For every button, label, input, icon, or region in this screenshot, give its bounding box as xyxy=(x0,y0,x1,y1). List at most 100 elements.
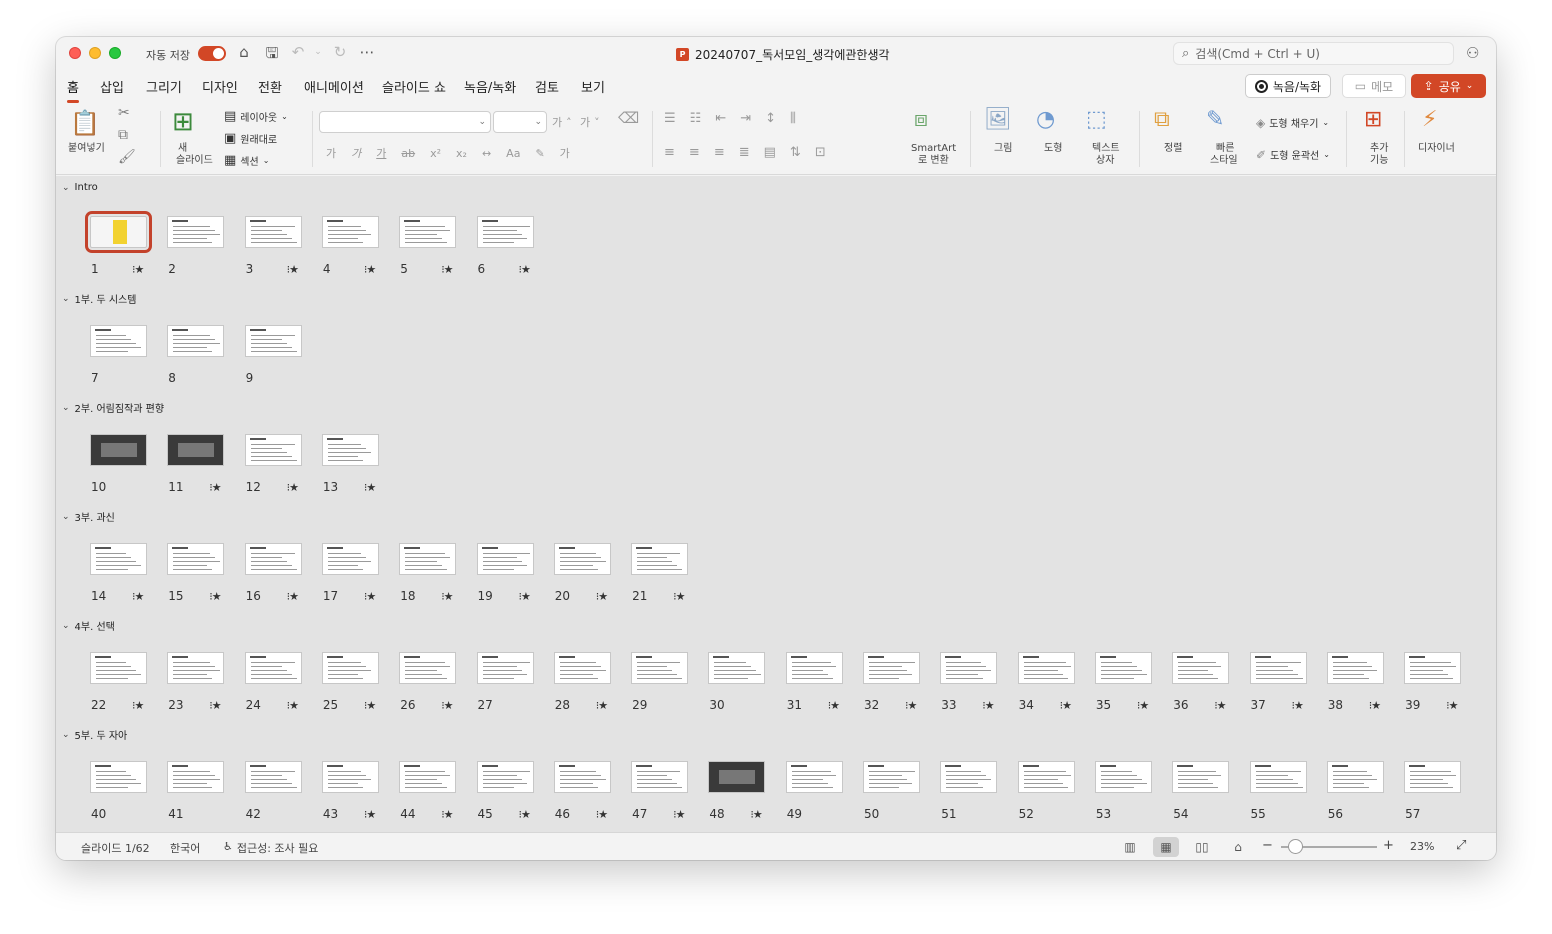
slide-thumbnail[interactable] xyxy=(167,652,225,684)
slide-thumbnail[interactable] xyxy=(244,761,302,793)
slide-thumbnail[interactable] xyxy=(321,761,379,793)
slide-thumbnail[interactable] xyxy=(863,652,920,684)
slide-thumbnail[interactable] xyxy=(399,216,457,248)
slide-thumbnail[interactable] xyxy=(167,543,225,575)
shape-outline-button[interactable]: ✐ 도형 윤곽선 ⌄ xyxy=(1256,147,1330,163)
slide-thumbnail[interactable] xyxy=(708,652,766,684)
section-header[interactable]: ⌄ 2부. 어림짐작과 편향 xyxy=(62,400,164,416)
slide-thumbnail[interactable] xyxy=(90,652,147,684)
slide-thumbnail[interactable] xyxy=(167,434,225,466)
numbering-icon[interactable]: ☷ xyxy=(690,111,702,126)
slide-thumbnail[interactable] xyxy=(167,761,225,793)
character-spacing-icon[interactable]: ↔ xyxy=(482,147,491,160)
section-button[interactable]: ▦ 섹션 ⌄ xyxy=(224,153,269,168)
quick-styles-icon[interactable]: ✎ xyxy=(1206,107,1224,132)
slide-thumbnail[interactable] xyxy=(399,652,457,684)
distributed-icon[interactable]: ▤ xyxy=(764,145,776,160)
chevron-down-icon[interactable]: ⌄ xyxy=(62,512,70,522)
slide-thumbnail[interactable] xyxy=(244,543,302,575)
slide-thumbnail[interactable] xyxy=(631,761,689,793)
align-left-icon[interactable]: ≡ xyxy=(664,145,675,160)
slide-thumbnail[interactable] xyxy=(244,652,302,684)
cut-icon[interactable]: ✂ xyxy=(118,105,130,121)
slide-thumbnail[interactable] xyxy=(90,761,147,793)
slide-thumbnail[interactable] xyxy=(553,543,611,575)
comments-button[interactable]: ▭ 메모 xyxy=(1342,74,1406,98)
slide-thumbnail[interactable] xyxy=(1094,761,1152,793)
strikethrough-icon[interactable]: ab xyxy=(401,147,415,160)
redo-icon[interactable]: ↻ xyxy=(330,43,350,61)
chevron-down-icon[interactable]: ⌄ xyxy=(62,621,70,631)
tab-record[interactable]: 녹음/녹화 xyxy=(464,77,516,96)
slide-thumbnail[interactable] xyxy=(399,761,457,793)
fit-to-window-icon[interactable]: ⤢ xyxy=(1456,838,1466,853)
slideshow-view-button[interactable]: ⌂ xyxy=(1225,837,1251,857)
slide-thumbnail[interactable] xyxy=(1326,652,1384,684)
normal-view-button[interactable]: ▥ xyxy=(1117,837,1143,857)
designer-icon[interactable]: ⚡ xyxy=(1422,107,1437,132)
slide-thumbnail[interactable] xyxy=(321,434,379,466)
tab-slideshow[interactable]: 슬라이드 쇼 xyxy=(382,77,446,96)
slide-thumbnail[interactable] xyxy=(1404,761,1462,793)
slide-thumbnail[interactable] xyxy=(244,434,302,466)
chevron-down-icon[interactable]: ⌄ xyxy=(62,403,70,413)
underline-icon[interactable]: 가 xyxy=(376,145,386,161)
change-case-icon[interactable]: Aa xyxy=(506,147,520,160)
paste-icon[interactable]: 📋 xyxy=(70,109,100,137)
subscript-icon[interactable]: x₂ xyxy=(456,147,467,160)
slide-thumbnail[interactable] xyxy=(476,761,534,793)
autosave-toggle[interactable] xyxy=(198,46,226,61)
slide-thumbnail[interactable] xyxy=(1326,761,1384,793)
language-indicator[interactable]: 한국어 xyxy=(170,840,200,856)
slide-thumbnail[interactable] xyxy=(940,761,998,793)
tab-view[interactable]: 보기 xyxy=(581,77,605,96)
bullets-icon[interactable]: ☰ xyxy=(664,111,676,126)
section-header[interactable]: ⌄ 3부. 과신 xyxy=(62,509,115,525)
copy-icon[interactable]: ⧉ xyxy=(118,127,128,143)
slide-thumbnail[interactable] xyxy=(553,761,611,793)
slide-thumbnail[interactable] xyxy=(1017,652,1075,684)
slide-thumbnail[interactable] xyxy=(785,761,843,793)
minimize-window-button[interactable] xyxy=(89,47,101,59)
slide-thumbnail[interactable] xyxy=(321,652,379,684)
slide-thumbnail[interactable] xyxy=(1172,761,1230,793)
highlight-icon[interactable]: ✎ xyxy=(535,147,544,160)
picture-icon[interactable]: 🖼 xyxy=(984,107,1012,132)
line-spacing-icon[interactable]: ↕ xyxy=(765,111,776,126)
tab-review[interactable]: 검토 xyxy=(535,77,559,96)
shape-fill-button[interactable]: ◈ 도형 채우기 ⌄ xyxy=(1256,115,1329,131)
add-ins-icon[interactable]: ⊞ xyxy=(1364,107,1382,132)
slide-thumbnail[interactable] xyxy=(863,761,920,793)
bold-icon[interactable]: 가 xyxy=(326,145,336,161)
slide-thumbnail[interactable] xyxy=(553,652,611,684)
arrange-icon[interactable]: ⧉ xyxy=(1154,107,1170,132)
slide-thumbnail[interactable] xyxy=(90,434,147,466)
zoom-out-button[interactable]: − xyxy=(1262,838,1273,853)
superscript-icon[interactable]: x² xyxy=(430,147,441,160)
slide-thumbnail[interactable] xyxy=(244,216,302,248)
align-text-icon[interactable]: ⊡ xyxy=(815,145,826,160)
decrease-font-icon[interactable]: 가 ˅ xyxy=(580,114,600,130)
zoom-slider-handle[interactable] xyxy=(1288,839,1304,854)
share-people-icon[interactable]: ⚇ xyxy=(1466,44,1479,62)
record-button[interactable]: 녹음/녹화 xyxy=(1245,74,1331,98)
shapes-icon[interactable]: ◔ xyxy=(1036,107,1055,132)
align-right-icon[interactable]: ≡ xyxy=(714,145,725,160)
slide-thumbnail[interactable] xyxy=(631,652,689,684)
slide-thumbnail[interactable] xyxy=(1249,652,1307,684)
section-header[interactable]: ⌄ 4부. 선택 xyxy=(62,618,115,634)
chevron-down-icon[interactable]: ⌄ xyxy=(62,183,70,193)
tab-animations[interactable]: 애니메이션 xyxy=(304,77,364,96)
tab-design[interactable]: 디자인 xyxy=(202,77,238,96)
slide-thumbnail[interactable] xyxy=(167,216,225,248)
slide-thumbnail[interactable] xyxy=(785,652,843,684)
section-header[interactable]: ⌄ 5부. 두 자아 xyxy=(62,727,127,743)
clear-formatting-icon[interactable]: ⌫ xyxy=(618,109,639,127)
layout-button[interactable]: ▤ 레이아웃 ⌄ xyxy=(224,109,288,124)
reading-view-button[interactable]: ▯▯ xyxy=(1189,837,1215,857)
search-input[interactable]: ⌕ 검색(Cmd + Ctrl + U) xyxy=(1173,42,1454,65)
tab-home[interactable]: 홈 xyxy=(67,77,79,103)
decrease-indent-icon[interactable]: ⇤ xyxy=(715,111,726,126)
slide-thumbnail[interactable] xyxy=(244,325,302,357)
section-header[interactable]: ⌄ Intro xyxy=(62,182,98,193)
